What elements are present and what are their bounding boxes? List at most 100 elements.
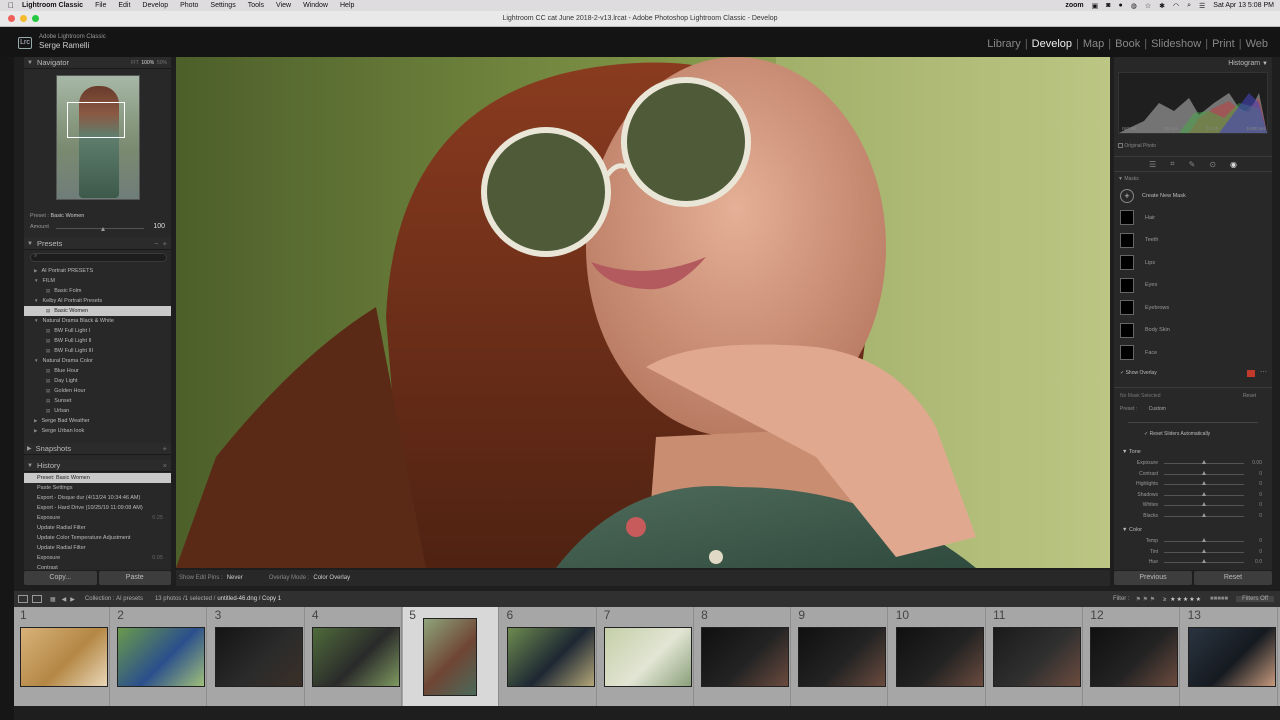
slider-hue[interactable]: Hue 0.0 bbox=[1124, 557, 1264, 567]
menu-file[interactable]: File bbox=[95, 2, 106, 9]
filmstrip-thumbnail[interactable] bbox=[311, 627, 400, 687]
filmstrip-cell[interactable]: 8 bbox=[695, 607, 792, 706]
main-photo[interactable] bbox=[176, 57, 1110, 568]
preset-folder[interactable]: ▶ Serge Urban look bbox=[24, 426, 171, 436]
preset-folder[interactable]: ▶ Serge Bad Weather bbox=[24, 416, 171, 426]
filmstrip-cell[interactable]: 2 bbox=[111, 607, 208, 706]
filmstrip-cell[interactable]: 5 bbox=[403, 607, 500, 706]
reset-button[interactable]: Reset bbox=[1194, 571, 1272, 585]
preset-folder[interactable]: ▼ Kelby AI Portrait Presets bbox=[24, 296, 171, 306]
forward-arrow-icon[interactable]: ▶ bbox=[70, 596, 75, 603]
preset-folder[interactable]: ▼ Natural Drama Black & White bbox=[24, 316, 171, 326]
slider-tint[interactable]: Tint 0 bbox=[1124, 547, 1264, 557]
slider-knob[interactable] bbox=[1202, 460, 1206, 464]
camera-icon[interactable]: ◙ bbox=[1106, 2, 1110, 9]
history-item[interactable]: Export - Disque dur (4/13/24 10:34:46 AM… bbox=[24, 493, 171, 503]
module-slideshow[interactable]: Slideshow bbox=[1151, 38, 1201, 50]
preset-search-input[interactable]: ⌕ bbox=[30, 253, 167, 262]
preset-item[interactable]: ▤ BW Full Light II bbox=[24, 336, 171, 346]
filmstrip-cell[interactable]: 1 bbox=[14, 607, 110, 706]
preset-folder[interactable]: ▼ Natural Drama Color bbox=[24, 356, 171, 366]
filmstrip-thumbnail[interactable] bbox=[1090, 627, 1179, 687]
monitor-1-icon[interactable] bbox=[18, 595, 28, 603]
history-item[interactable]: Update Color Temperature Adjustment bbox=[24, 533, 171, 543]
tone-header[interactable]: ▼ Tone bbox=[1122, 449, 1141, 455]
filmstrip-thumbnail[interactable] bbox=[117, 627, 206, 687]
zoom-100[interactable]: 100% bbox=[141, 60, 154, 66]
histogram-header[interactable]: Histogram ▼ bbox=[1228, 60, 1268, 67]
slider-knob[interactable] bbox=[1202, 548, 1206, 553]
mask-item[interactable]: Eyebrows bbox=[1120, 300, 1169, 315]
redeye-icon[interactable]: ⊙ bbox=[1209, 160, 1216, 169]
module-web[interactable]: Web bbox=[1246, 38, 1268, 50]
module-library[interactable]: Library bbox=[987, 38, 1021, 50]
zoom-50[interactable]: 50% bbox=[157, 60, 167, 66]
slider-shadows[interactable]: Shadows 0 bbox=[1124, 490, 1264, 500]
show-edit-pins-select[interactable]: Never bbox=[227, 575, 243, 581]
mask-reset-button[interactable]: Reset bbox=[1243, 393, 1256, 399]
module-book[interactable]: Book bbox=[1115, 38, 1140, 50]
slider-value[interactable]: 0.0 bbox=[1255, 559, 1262, 565]
filmstrip-thumbnail[interactable] bbox=[895, 627, 984, 687]
preset-item[interactable]: ▤ BW Full Light III bbox=[24, 346, 171, 356]
filmstrip-thumbnail[interactable] bbox=[701, 627, 790, 687]
menu-settings[interactable]: Settings bbox=[210, 2, 235, 9]
slider-value[interactable]: 0 bbox=[1259, 492, 1262, 498]
mask-item[interactable]: Hair bbox=[1120, 210, 1155, 225]
filmstrip-thumbnail[interactable] bbox=[993, 627, 1081, 687]
filmstrip-thumbnail[interactable] bbox=[423, 618, 478, 696]
zoom-status[interactable]: zoom bbox=[1065, 2, 1083, 9]
slider-knob[interactable] bbox=[1202, 502, 1206, 506]
presets-header[interactable]: ▼ Presets − + bbox=[24, 238, 171, 250]
navigator-header[interactable]: ▼ Navigator FIT 100% 50% bbox=[24, 57, 171, 69]
crop-icon[interactable]: ⌗ bbox=[1170, 159, 1175, 169]
slider-temp[interactable]: Temp 0 bbox=[1124, 536, 1264, 546]
slider-knob[interactable] bbox=[1202, 470, 1206, 475]
filters-off-select[interactable]: Filters Off bbox=[1236, 596, 1274, 602]
menu-edit[interactable]: Edit bbox=[118, 2, 130, 9]
histogram[interactable]: ISO 50 85 mm f / 2.0 1/400 sec bbox=[1118, 72, 1268, 134]
copy-button[interactable]: Copy... bbox=[24, 571, 97, 585]
apple-icon[interactable]:  bbox=[8, 1, 14, 10]
reset-sliders-checkbox[interactable]: ✓ Reset Sliders Automatically bbox=[1144, 431, 1210, 437]
menu-develop[interactable]: Develop bbox=[142, 2, 168, 9]
mask-item[interactable]: Eyes bbox=[1120, 277, 1157, 293]
history-item[interactable]: Update Radial Filter bbox=[24, 523, 171, 533]
back-arrow-icon[interactable]: ◀ bbox=[62, 596, 67, 603]
preset-item[interactable]: ▤ Basic Women bbox=[24, 306, 171, 316]
amount-slider[interactable]: Amount 100 bbox=[30, 223, 167, 231]
preset-item[interactable]: ▤ Sunset bbox=[24, 396, 171, 406]
slider-whites[interactable]: Whites 0 bbox=[1124, 500, 1264, 510]
filmstrip-thumbnail[interactable] bbox=[798, 627, 887, 687]
preset-item[interactable]: ▤ Urban bbox=[24, 406, 171, 416]
filmstrip-cell[interactable]: 12 bbox=[1084, 607, 1181, 706]
masks-header[interactable]: ▼ Masks bbox=[1118, 176, 1139, 182]
original-photo-checkbox[interactable]: Original Photo bbox=[1118, 143, 1156, 149]
menu-view[interactable]: View bbox=[276, 2, 291, 9]
preset-item[interactable]: ▤ Blue Hour bbox=[24, 366, 171, 376]
overlay-mode-select[interactable]: Color Overlay bbox=[313, 575, 350, 581]
record-icon[interactable]: ● bbox=[1118, 2, 1122, 9]
preset-item[interactable]: ▤ Golden Hour bbox=[24, 386, 171, 396]
monitor-2-icon[interactable] bbox=[32, 595, 42, 603]
filmstrip-cell[interactable]: 13 bbox=[1182, 607, 1278, 706]
more-icon[interactable]: ⋯ bbox=[1260, 368, 1267, 376]
globe-icon[interactable]: ◍ bbox=[1131, 2, 1137, 10]
create-new-mask-button[interactable]: + Create New Mask bbox=[1120, 188, 1186, 203]
history-item[interactable]: Exposure 0.05 bbox=[24, 553, 171, 563]
preset-item[interactable]: ▤ BW Full Light I bbox=[24, 326, 171, 336]
slider-value[interactable]: 0.00 bbox=[1252, 460, 1262, 466]
preset-item[interactable]: ▤ Day Light bbox=[24, 376, 171, 386]
search-icon[interactable]: ⌕ bbox=[1187, 2, 1191, 10]
amount-track[interactable] bbox=[1128, 422, 1258, 423]
filmstrip-cell[interactable]: 9 bbox=[792, 607, 889, 706]
slider-knob[interactable] bbox=[1202, 481, 1206, 485]
slider-knob[interactable] bbox=[1202, 559, 1206, 563]
amount-value[interactable]: 100 bbox=[153, 223, 165, 230]
healing-icon[interactable]: ✎ bbox=[1189, 160, 1196, 169]
filmstrip-cell[interactable]: 6 bbox=[501, 607, 597, 706]
menu-window[interactable]: Window bbox=[303, 2, 328, 9]
slider-value[interactable]: 0 bbox=[1259, 538, 1262, 544]
slider-knob[interactable] bbox=[1202, 491, 1206, 496]
slider-blacks[interactable]: Blacks 0 bbox=[1124, 511, 1264, 521]
